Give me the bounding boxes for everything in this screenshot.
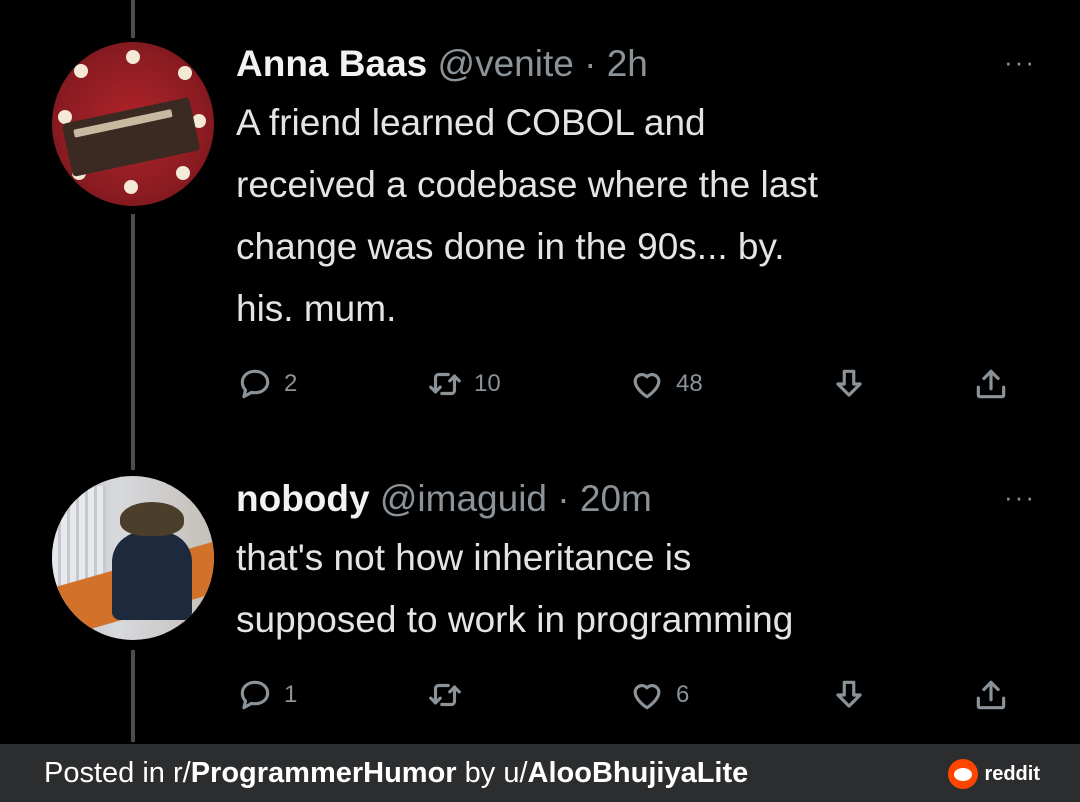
like-count: 48 — [676, 370, 703, 397]
bookmark-arrow-icon — [836, 680, 862, 708]
retweet-count: 10 — [474, 370, 501, 397]
tweet-text-line: supposed to work in programming — [236, 599, 794, 640]
separator: · — [584, 43, 597, 84]
tweet-text-line: that's not how inheritance is — [236, 537, 692, 578]
tweet-text-line: change was done in the 90s... by. — [236, 226, 785, 267]
bookmark-arrow-icon — [836, 369, 862, 397]
tweet-header: nobody @imaguid · 20m — [236, 475, 1036, 523]
display-name[interactable]: Anna Baas — [236, 43, 427, 84]
reply-icon — [240, 369, 270, 399]
display-name[interactable]: nobody — [236, 478, 370, 519]
reply-button[interactable]: 2 — [236, 364, 297, 404]
share-button[interactable] — [972, 675, 1010, 715]
reddit-footer: Posted in r/ProgrammerHumor by u/AlooBhu… — [0, 744, 1080, 802]
like-count: 6 — [676, 681, 690, 708]
user-link[interactable]: AlooBhujiyaLite — [528, 757, 749, 789]
tweet-text-line: A friend learned COBOL and — [236, 102, 706, 143]
retweet-button[interactable] — [426, 675, 464, 715]
reply-button[interactable]: 1 — [236, 675, 297, 715]
like-button[interactable]: 6 — [628, 675, 689, 715]
thread-line-bottom — [131, 650, 135, 742]
reply-icon — [240, 680, 270, 710]
like-button[interactable]: 48 — [628, 364, 703, 404]
tweet-text-line: his. mum. — [236, 288, 397, 329]
tweet-actions: 1 6 — [236, 675, 1026, 715]
tweet-text-line: received a codebase where the last — [236, 164, 819, 205]
retweet-icon — [429, 683, 461, 707]
avatar-anna-baas[interactable] — [52, 42, 214, 206]
heart-icon — [633, 373, 661, 399]
tweet-text: that's not how inheritance is supposed t… — [236, 527, 1036, 651]
download-button[interactable] — [830, 364, 868, 404]
more-options-icon[interactable]: ··· — [1004, 484, 1036, 510]
thread-line-middle — [131, 214, 135, 470]
avatar-object — [61, 97, 201, 177]
timestamp[interactable]: 2h — [607, 43, 648, 84]
separator: · — [557, 478, 570, 519]
footer-prefix: Posted in r/ — [44, 757, 191, 789]
tweet-actions: 2 10 48 — [236, 364, 1026, 404]
avatar-hat — [120, 502, 184, 536]
footer-middle: by u/ — [456, 757, 528, 789]
heart-icon — [633, 684, 661, 710]
more-options-icon[interactable]: ··· — [1004, 49, 1036, 75]
subreddit-link[interactable]: ProgrammerHumor — [191, 757, 457, 789]
tweet: nobody @imaguid · 20m ··· that's not how… — [236, 475, 1036, 710]
reddit-wordmark: reddit — [984, 762, 1040, 785]
retweet-icon — [429, 372, 461, 396]
download-button[interactable] — [830, 675, 868, 715]
reply-count: 1 — [284, 681, 298, 708]
share-button[interactable] — [972, 364, 1010, 404]
tweet: Anna Baas @venite · 2h ··· A friend lear… — [236, 40, 1036, 399]
tweet-text: A friend learned COBOL and received a co… — [236, 92, 1036, 340]
avatar-person — [112, 532, 192, 620]
reply-count: 2 — [284, 370, 298, 397]
timestamp[interactable]: 20m — [580, 478, 652, 519]
thread-line-top — [131, 0, 135, 38]
retweet-button[interactable]: 10 — [426, 364, 501, 404]
user-handle[interactable]: @imaguid — [380, 478, 547, 519]
share-icon — [976, 369, 1006, 399]
posted-in-caption: Posted in r/ProgrammerHumor by u/AlooBhu… — [44, 756, 748, 790]
tweet-header: Anna Baas @venite · 2h — [236, 40, 1036, 88]
user-handle[interactable]: @venite — [438, 43, 574, 84]
reddit-logo: reddit — [948, 759, 1040, 789]
avatar-nobody[interactable] — [52, 476, 214, 640]
share-icon — [976, 680, 1006, 710]
reddit-icon — [948, 759, 979, 789]
